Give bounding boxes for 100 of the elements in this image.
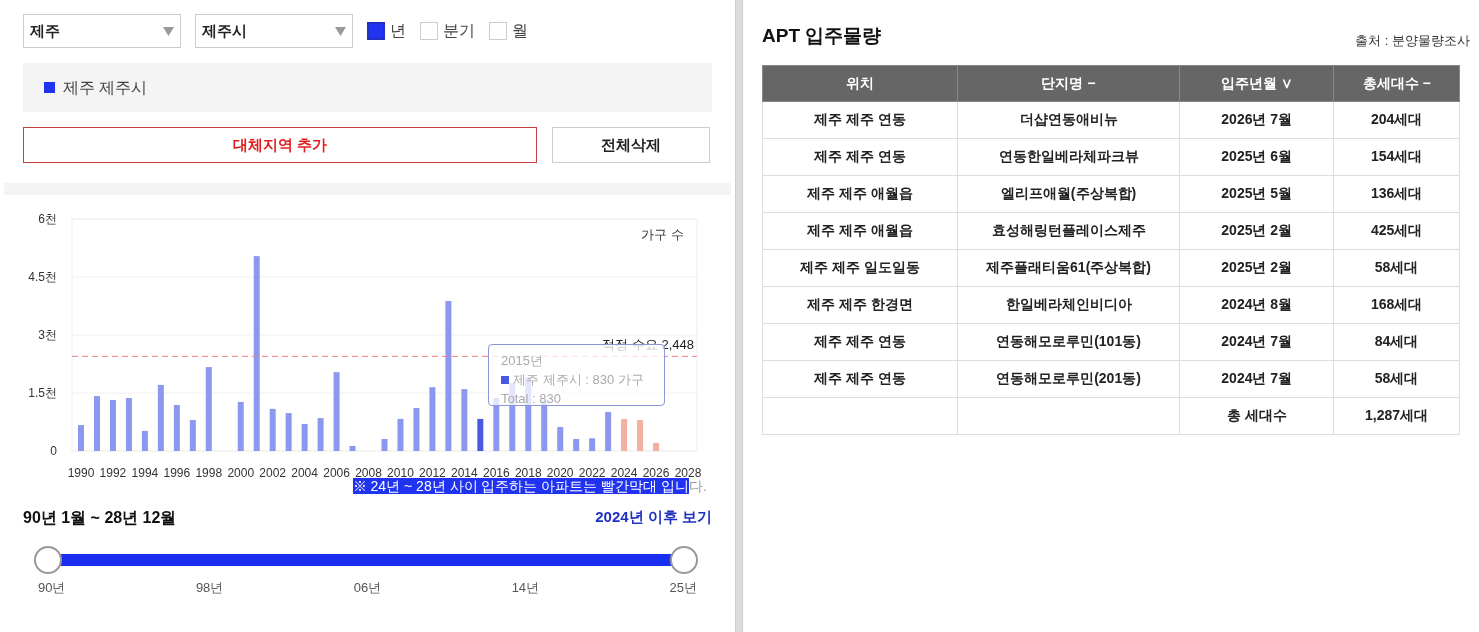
bar (605, 411, 612, 451)
period-checkbox[interactable] (367, 22, 385, 40)
view-after-2024-link[interactable]: 2024년 이후 보기 (595, 506, 712, 530)
table-cell: 효성해링턴플레이스제주 (957, 212, 1180, 249)
y-tick-label: 6천 (38, 212, 57, 226)
y-tick-label: 1.5천 (28, 386, 57, 400)
table-cell: 제주플래티움61(주상복합) (957, 249, 1180, 286)
slider-tick-label: 98년 (195, 579, 224, 597)
table-cell: 제주 제주 일도일동 (762, 249, 958, 286)
bar (141, 430, 148, 451)
table-cell: 연동해모로루민(101동) (957, 323, 1180, 360)
slider-handle[interactable] (670, 546, 698, 574)
column-header[interactable]: 총세대수 − (1333, 65, 1460, 101)
x-tick-label: 2010 (387, 466, 414, 480)
table-cell: 2025년 5월 (1179, 175, 1334, 212)
table-cell: 한일베라체인비디아 (957, 286, 1180, 323)
bar (413, 408, 420, 451)
bar (173, 405, 180, 451)
bar (653, 442, 660, 451)
bar (349, 445, 356, 451)
x-tick-label: 2004 (291, 466, 318, 480)
table-cell: 154세대 (1333, 138, 1460, 175)
table-cell: 2024년 7월 (1179, 323, 1334, 360)
bar (109, 399, 116, 451)
bar (285, 413, 292, 451)
table-cell: 136세대 (1333, 175, 1460, 212)
x-tick-label: 2016 (482, 466, 510, 480)
range-label: 90년 1월 ~ 28년 12월 (23, 508, 177, 528)
column-header[interactable]: 입주년월 ∨ (1179, 65, 1334, 101)
table-cell: 2025년 2월 (1179, 212, 1334, 249)
bar (125, 398, 132, 451)
bar (301, 423, 308, 451)
region-select[interactable]: 제주 (23, 14, 181, 48)
slider-tick-label: 25년 (669, 579, 697, 597)
x-tick-label: 1992 (99, 466, 127, 480)
table-cell: 제주 제주 연동 (762, 323, 958, 360)
bar (637, 420, 644, 451)
y-axis-title: 가구 수 (641, 227, 684, 242)
y-tick-label: 3천 (38, 328, 57, 342)
slider-tick-label: 90년 (38, 579, 66, 597)
column-header[interactable]: 단지명 − (957, 65, 1180, 101)
slider-tick-label: 06년 (353, 579, 382, 597)
x-tick-label: 2022 (578, 466, 606, 480)
bar (93, 396, 100, 451)
dropdown-caret-icon (335, 26, 346, 36)
slider-handle[interactable] (34, 546, 62, 574)
bar (397, 418, 404, 451)
table-cell: 연동한일베라체파크뷰 (957, 138, 1180, 175)
x-tick-label: 2026 (642, 466, 670, 480)
y-tick-label: 0 (50, 444, 57, 458)
table-cell: 더샵연동애비뉴 (957, 101, 1180, 138)
bar (429, 387, 436, 451)
add-region-button[interactable]: 대체지역 추가 (23, 127, 537, 163)
table-cell: 제주 제주 애월읍 (762, 175, 958, 212)
dropdown-caret-icon (163, 26, 174, 36)
bar (189, 420, 196, 451)
bar (381, 439, 388, 451)
y-tick-label: 4.5천 (28, 270, 57, 284)
table-cell: 58세대 (1333, 249, 1460, 286)
table-cell: 엘리프애월(주상복합) (957, 175, 1180, 212)
table-cell: 204세대 (1333, 101, 1460, 138)
table-cell: 2025년 6월 (1179, 138, 1334, 175)
tooltip-total: Total : 830 (501, 390, 562, 408)
x-tick-label: 2002 (259, 466, 287, 480)
x-tick-label: 2008 (355, 466, 382, 480)
bar (78, 425, 84, 451)
table-cell: 58세대 (1333, 360, 1460, 397)
table-cell: 연동해모로루민(201동) (957, 360, 1180, 397)
table-cell: 2025년 2월 (1179, 249, 1334, 286)
x-tick-label: 2028 (674, 466, 702, 480)
bar (573, 439, 580, 451)
table-cell: 2024년 7월 (1179, 360, 1334, 397)
period-label: 년 (390, 21, 406, 41)
slider-tick-label: 14년 (511, 579, 540, 597)
bar (557, 427, 564, 451)
x-tick-label: 2018 (514, 466, 542, 480)
bar (157, 384, 164, 451)
x-tick-label: 1990 (67, 466, 95, 480)
x-tick-label: 2006 (323, 466, 350, 480)
region-select[interactable]: 제주시 (195, 14, 353, 48)
x-tick-label: 1996 (163, 466, 191, 480)
bar (589, 438, 596, 451)
column-header[interactable]: 위치 (762, 65, 958, 101)
bar (317, 418, 324, 451)
source-text: 출처 : 분양물량조사 (1355, 32, 1470, 50)
table-cell: 제주 제주 애월읍 (762, 212, 958, 249)
period-label: 분기 (443, 21, 475, 41)
period-label: 월 (512, 21, 528, 41)
table-cell: 425세대 (1333, 212, 1460, 249)
table-title: APT 입주물량 (762, 24, 882, 48)
table-cell: 제주 제주 한경면 (762, 286, 958, 323)
tooltip-value: 제주 제주시 : 830 가구 (513, 371, 644, 389)
total-label: 총 세대수 (1179, 397, 1334, 434)
x-tick-label: 1994 (131, 466, 159, 480)
delete-all-button[interactable]: 전체삭제 (552, 127, 710, 163)
bar (461, 389, 468, 451)
bar (237, 401, 244, 451)
tooltip-title: 2015년 (501, 352, 544, 370)
table-cell: 제주 제주 연동 (762, 360, 958, 397)
table-cell: 168세대 (1333, 286, 1460, 323)
